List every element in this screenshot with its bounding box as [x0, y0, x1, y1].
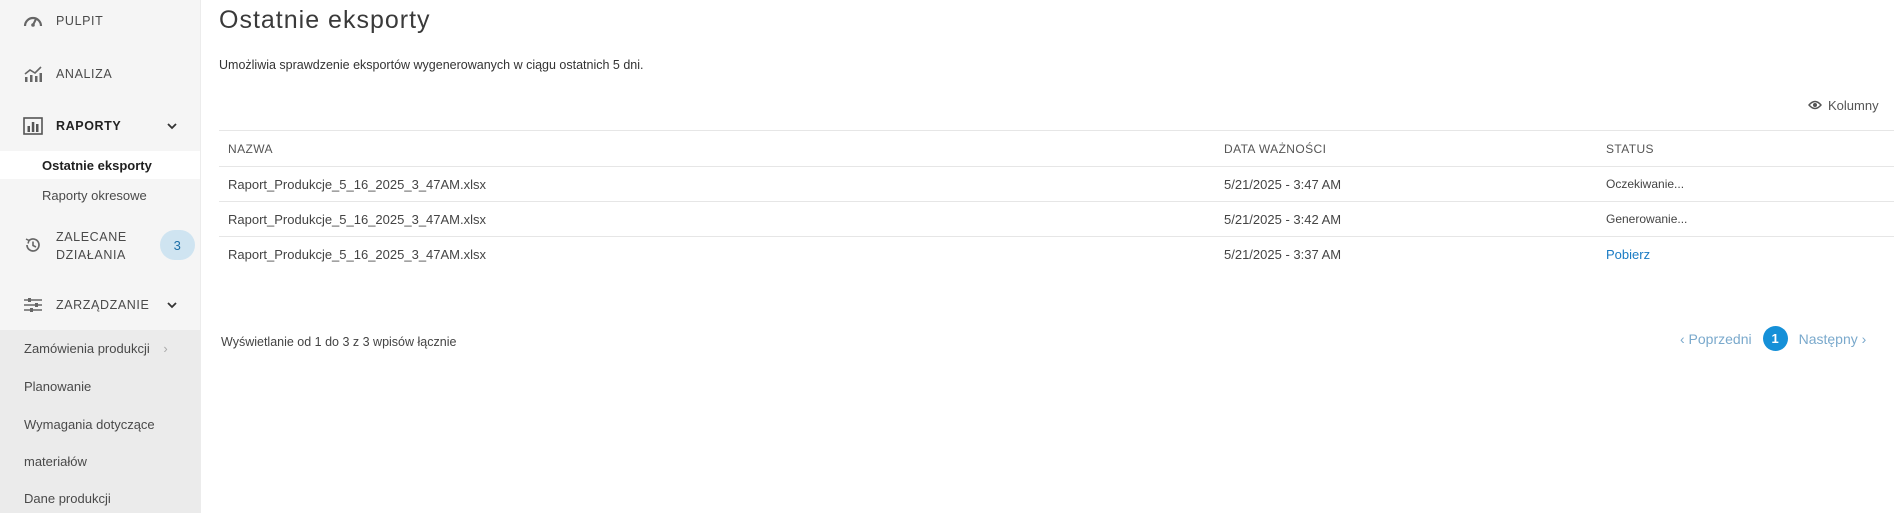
- prev-page-button[interactable]: ‹ Poprzedni: [1680, 331, 1752, 347]
- pagination: ‹ Poprzedni 1 Następny ›: [1680, 326, 1866, 351]
- export-expiry: 5/21/2025 - 3:47 AM: [1224, 176, 1342, 192]
- nav-label: ZALECANE DZIAŁANIA: [56, 230, 127, 262]
- table-header-row: NAZWA DATA WAŻNOŚCI STATUS: [219, 130, 1894, 167]
- chevron-right-icon: ›: [163, 341, 168, 356]
- gauge-icon: [22, 10, 44, 32]
- column-header-nazwa[interactable]: NAZWA: [228, 131, 273, 166]
- sidebar: PULPIT ANALIZA RAPORTY Ostatnie eksporty…: [0, 0, 201, 513]
- exports-table: NAZWA DATA WAŻNOŚCI STATUS Raport_Produk…: [219, 130, 1894, 271]
- chevron-down-icon[interactable]: [166, 120, 178, 132]
- sub-item-label: Raporty okresowe: [42, 187, 147, 203]
- columns-button[interactable]: Kolumny: [1808, 98, 1879, 113]
- nav-label: PULPIT: [56, 14, 104, 28]
- management-item-zamowienia[interactable]: Zamówienia produkcji ›: [24, 341, 168, 356]
- management-item-dane-produkcji[interactable]: Dane produkcji: [24, 491, 111, 506]
- management-item-label: Zamówienia produkcji: [24, 341, 150, 356]
- download-link[interactable]: Pobierz: [1606, 237, 1650, 271]
- chart-trend-icon: [22, 63, 44, 85]
- export-status: Oczekiwanie...: [1606, 177, 1685, 191]
- export-name: Raport_Produkcje_5_16_2025_3_47AM.xlsx: [228, 176, 487, 192]
- table-row: Raport_Produkcje_5_16_2025_3_47AM.xlsx 5…: [219, 202, 1894, 237]
- export-name: Raport_Produkcje_5_16_2025_3_47AM.xlsx: [228, 211, 487, 227]
- chevron-down-icon[interactable]: [166, 299, 178, 311]
- column-header-data-waznosci[interactable]: DATA WAŻNOŚCI: [1224, 131, 1326, 166]
- history-icon: [22, 234, 44, 256]
- sidebar-item-ostatnie-eksporty[interactable]: Ostatnie eksporty: [0, 151, 200, 179]
- export-expiry: 5/21/2025 - 3:37 AM: [1224, 246, 1342, 262]
- nav-label: ANALIZA: [56, 67, 113, 81]
- report-bars-icon: [22, 115, 44, 137]
- columns-label: Kolumny: [1828, 98, 1879, 113]
- export-expiry: 5/21/2025 - 3:42 AM: [1224, 211, 1342, 227]
- management-submenu: Zamówienia produkcji › Planowanie Wymaga…: [0, 330, 200, 513]
- sub-item-label: Ostatnie eksporty: [42, 157, 152, 173]
- export-status: Generowanie...: [1606, 212, 1688, 226]
- export-name: Raport_Produkcje_5_16_2025_3_47AM.xlsx: [228, 246, 487, 262]
- management-item-planowanie[interactable]: Planowanie: [24, 379, 91, 394]
- nav-label: ZARZĄDZANIE: [56, 298, 150, 312]
- next-page-button[interactable]: Następny ›: [1799, 331, 1867, 347]
- table-row: Raport_Produkcje_5_16_2025_3_47AM.xlsx 5…: [219, 237, 1894, 271]
- entries-info: Wyświetlanie od 1 do 3 z 3 wpisów łączni…: [221, 335, 457, 349]
- count-badge: 3: [160, 230, 195, 260]
- sidebar-item-raporty-okresowe[interactable]: Raporty okresowe: [0, 181, 200, 209]
- column-header-status[interactable]: STATUS: [1606, 131, 1654, 166]
- nav-pulpit[interactable]: PULPIT: [0, 10, 200, 32]
- nav-zalecane-dzialania[interactable]: ZALECANE DZIAŁANIA 3: [0, 226, 200, 264]
- page-title: Ostatnie eksporty: [219, 6, 431, 34]
- current-page-button[interactable]: 1: [1762, 326, 1788, 351]
- nav-raporty[interactable]: RAPORTY: [0, 115, 200, 137]
- table-row: Raport_Produkcje_5_16_2025_3_47AM.xlsx 5…: [219, 167, 1894, 202]
- nav-label: RAPORTY: [56, 119, 122, 133]
- sliders-icon: [22, 294, 44, 316]
- nav-zarzadzanie[interactable]: ZARZĄDZANIE: [0, 294, 200, 316]
- nav-analiza[interactable]: ANALIZA: [0, 63, 200, 85]
- management-item-wymagania-cont[interactable]: materiałów: [24, 454, 87, 469]
- page-description: Umożliwia sprawdzenie eksportów wygenero…: [219, 58, 644, 72]
- management-item-wymagania[interactable]: Wymagania dotyczące: [24, 417, 155, 432]
- eye-icon: [1808, 98, 1822, 113]
